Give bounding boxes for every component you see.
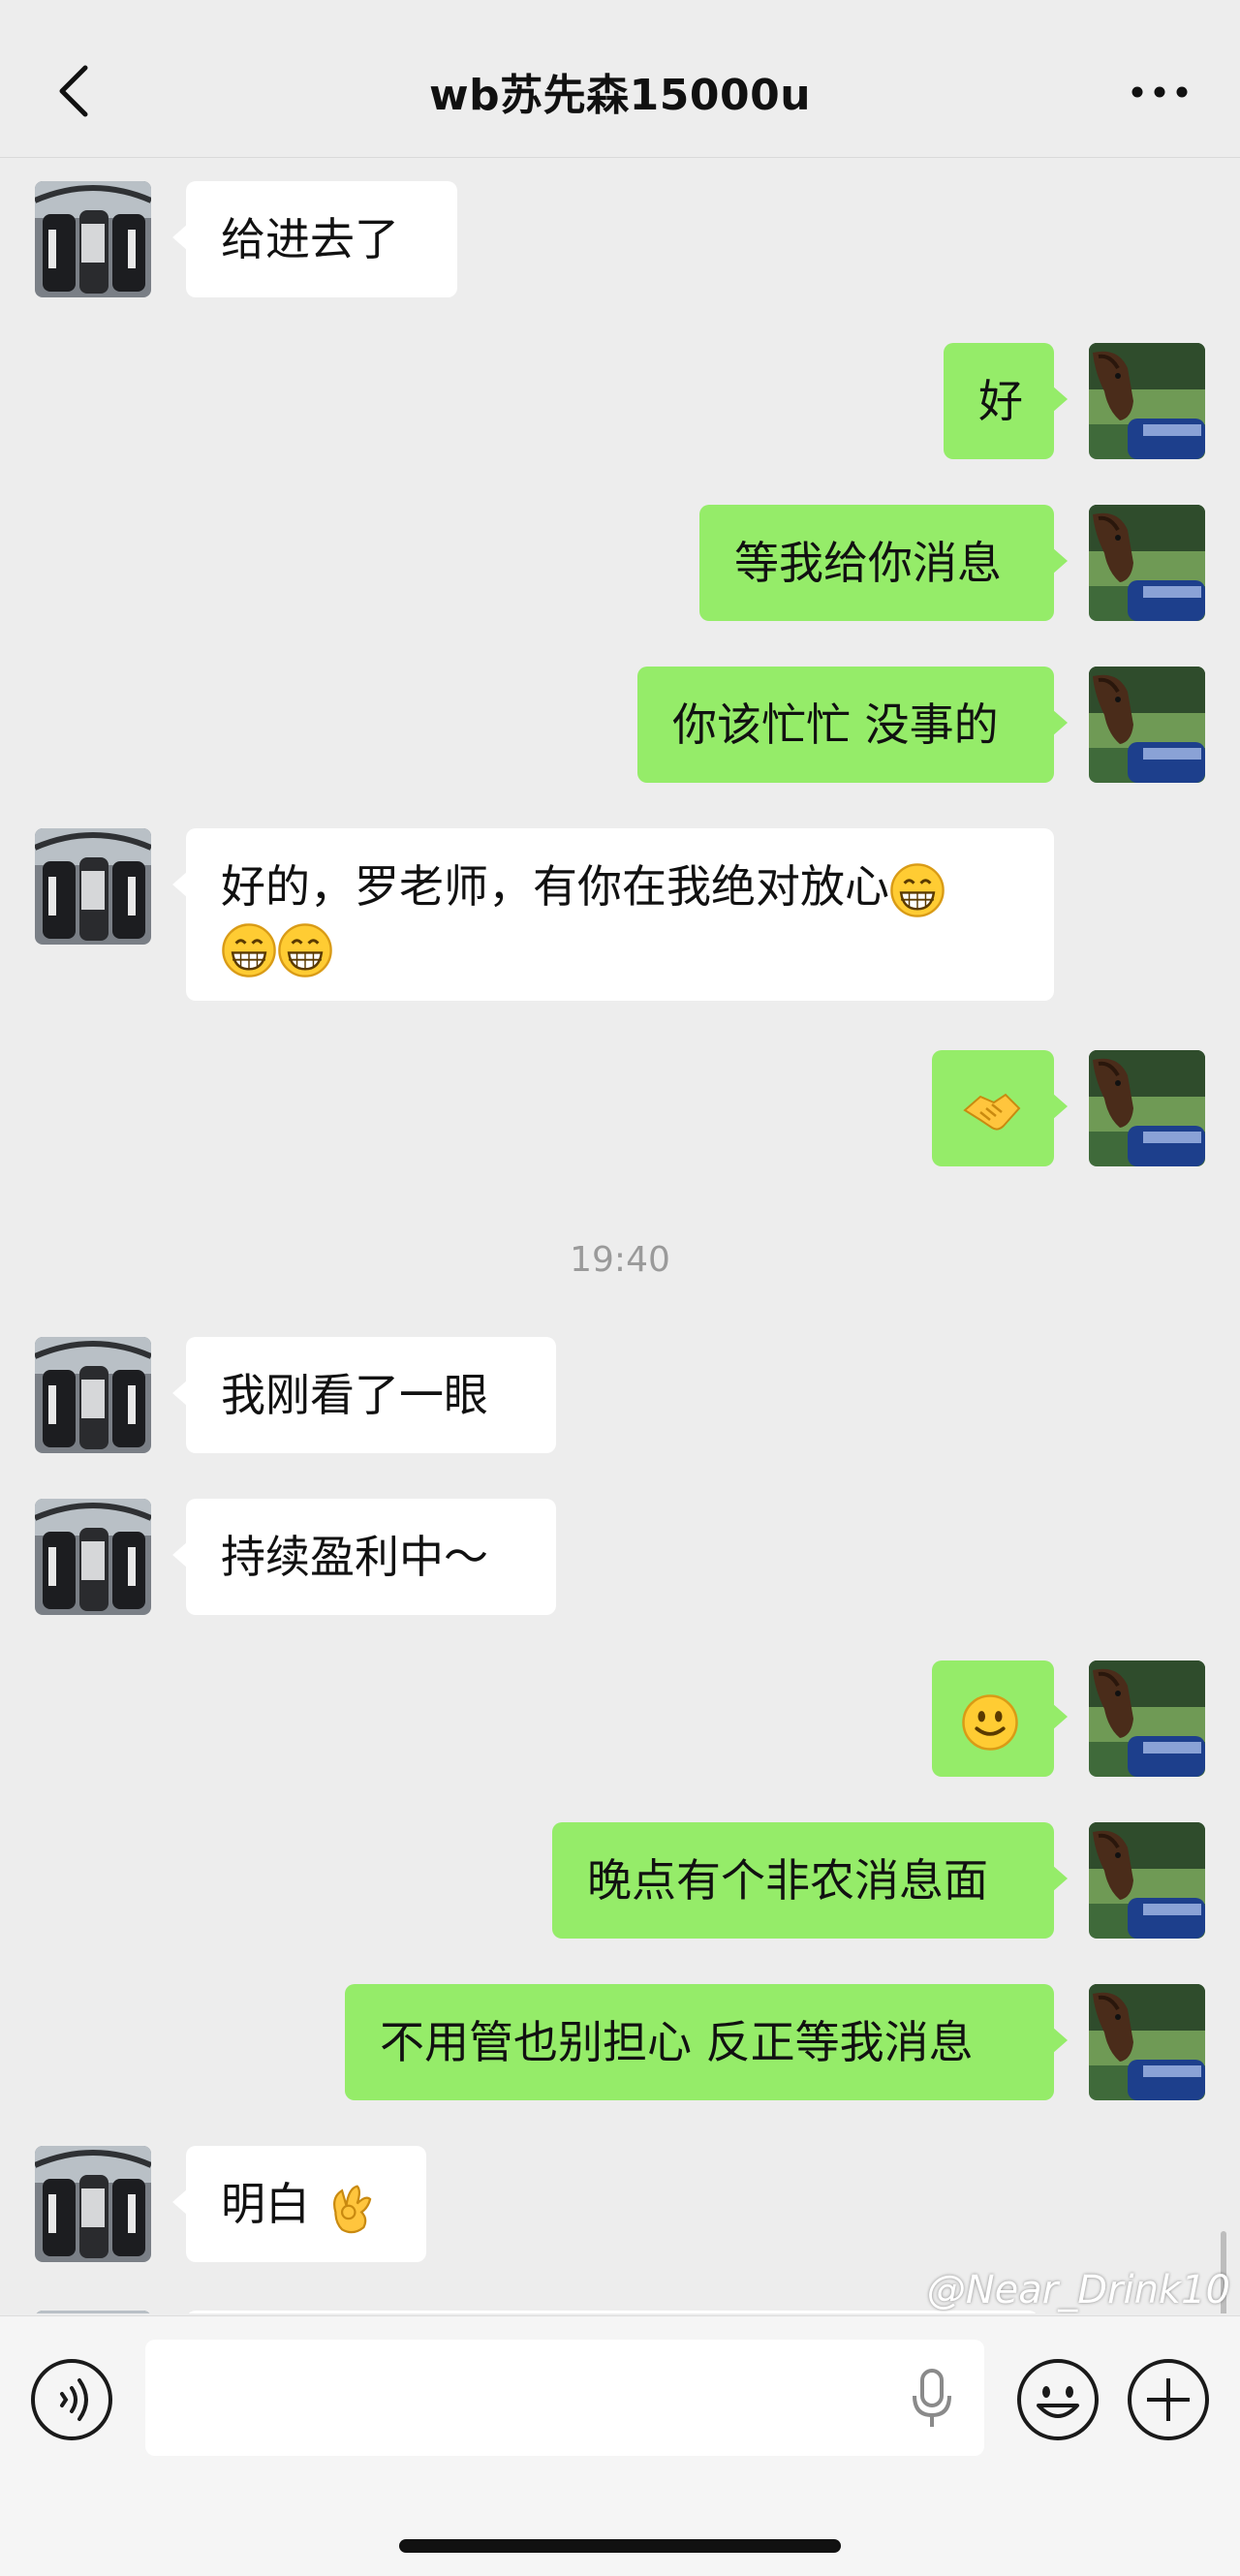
incoming-message[interactable]: 给进去了 bbox=[172, 181, 457, 297]
my-avatar[interactable] bbox=[1089, 1660, 1205, 1777]
outgoing-message[interactable] bbox=[932, 1660, 1068, 1777]
page-title: wb苏先森15000u bbox=[428, 71, 812, 120]
message-text: 给进去了 bbox=[221, 213, 399, 265]
message-text: 我刚看了一眼 bbox=[221, 1369, 488, 1421]
my-avatar[interactable] bbox=[1089, 1822, 1205, 1939]
more-dots-icon[interactable] bbox=[1126, 78, 1194, 107]
input-bar bbox=[0, 2315, 1240, 2576]
contact-avatar[interactable] bbox=[35, 2146, 151, 2262]
my-avatar[interactable] bbox=[1089, 1984, 1205, 2100]
message-text: 晚点有个非农消息面 bbox=[587, 1854, 988, 1907]
incoming-message[interactable]: 持续盈利中～ bbox=[172, 1499, 556, 1615]
outgoing-message[interactable]: 不用管也别担心 反正等我消息 bbox=[345, 1984, 1068, 2100]
my-avatar[interactable] bbox=[1089, 667, 1205, 783]
timestamp: 19:40 bbox=[570, 1240, 670, 1280]
grin-emoji bbox=[889, 862, 946, 917]
outgoing-message[interactable]: 好 bbox=[944, 343, 1068, 459]
outgoing-message[interactable] bbox=[932, 1050, 1068, 1166]
message-text: 明白 bbox=[221, 2178, 310, 2230]
ok-hand-emoji bbox=[332, 2184, 371, 2233]
contact-avatar[interactable] bbox=[35, 1337, 151, 1453]
message-text: 好 bbox=[978, 375, 1023, 427]
emoji-icon[interactable] bbox=[1015, 2357, 1100, 2442]
contact-avatar[interactable] bbox=[35, 828, 151, 945]
plus-icon[interactable] bbox=[1126, 2357, 1211, 2442]
incoming-message[interactable]: 我刚看了一眼 bbox=[172, 1337, 556, 1453]
grin-emoji bbox=[277, 922, 333, 978]
incoming-message[interactable]: 明白 bbox=[172, 2146, 426, 2262]
my-avatar[interactable] bbox=[1089, 1050, 1205, 1166]
message-text: 好的，罗老师，有你在我绝对放心 bbox=[221, 860, 889, 913]
message-list[interactable]: 给进去了 好 等我给你消息 你该忙忙 没事的 好的，罗老师，有你在我绝对放心 1… bbox=[0, 158, 1240, 2313]
incoming-message[interactable]: 好的，罗老师，有你在我绝对放心 bbox=[172, 828, 1054, 1001]
contact-avatar[interactable] bbox=[35, 1499, 151, 1615]
outgoing-message[interactable]: 晚点有个非农消息面 bbox=[552, 1822, 1068, 1939]
message-text: 持续盈利中～ bbox=[221, 1531, 488, 1583]
contact-avatar[interactable] bbox=[35, 2311, 151, 2313]
message-text: 不用管也别担心 反正等我消息 bbox=[380, 2016, 974, 2068]
contact-avatar[interactable] bbox=[35, 181, 151, 297]
home-indicator bbox=[399, 2539, 841, 2553]
message-text: 你该忙忙 没事的 bbox=[672, 698, 999, 751]
chat-header: wb苏先森15000u bbox=[0, 0, 1240, 158]
incoming-message[interactable] bbox=[186, 2311, 1038, 2313]
smile-emoji bbox=[962, 1693, 1018, 1751]
handshake-emoji bbox=[963, 1093, 1021, 1131]
grin-emoji bbox=[221, 922, 277, 978]
outgoing-message[interactable]: 等我给你消息 bbox=[699, 505, 1068, 621]
mic-icon[interactable] bbox=[911, 2367, 953, 2431]
my-avatar[interactable] bbox=[1089, 505, 1205, 621]
voice-icon[interactable] bbox=[29, 2357, 114, 2442]
outgoing-message[interactable]: 你该忙忙 没事的 bbox=[637, 667, 1068, 783]
message-input[interactable] bbox=[145, 2340, 984, 2456]
my-avatar[interactable] bbox=[1089, 343, 1205, 459]
watermark: @Near_Drink10 bbox=[926, 2268, 1230, 2312]
message-text: 等我给你消息 bbox=[734, 537, 1002, 589]
